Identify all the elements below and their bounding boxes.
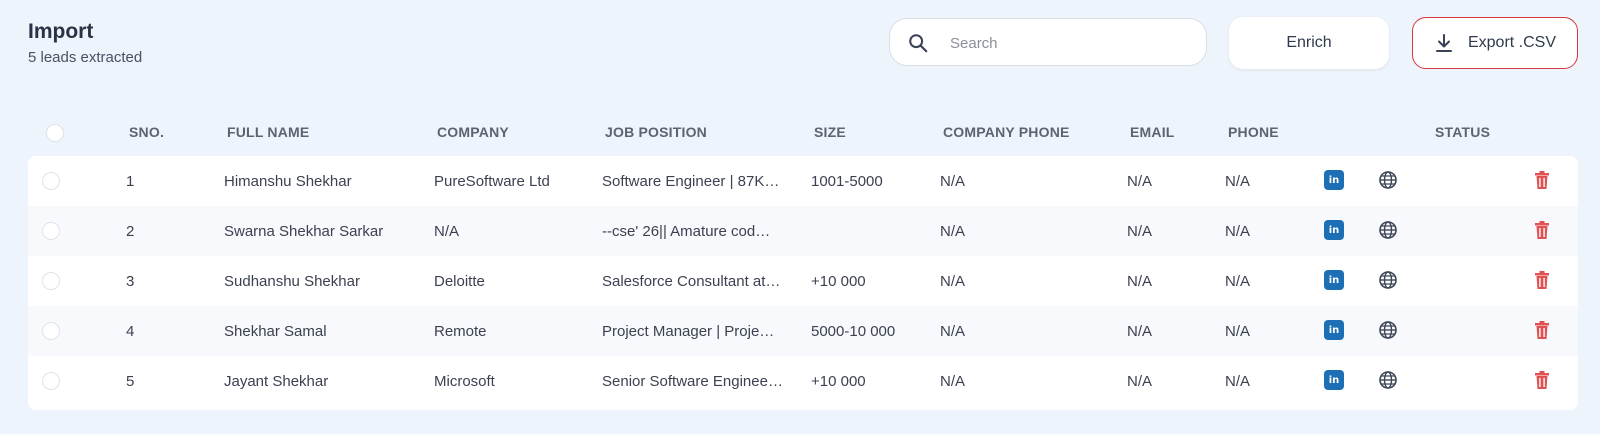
globe-icon[interactable] xyxy=(1378,170,1398,190)
cell-company: Deloitte xyxy=(434,273,485,290)
table-header: SNO. FULL NAME COMPANY JOB POSITION SIZE… xyxy=(28,112,1578,152)
export-button-label: Export .CSV xyxy=(1467,34,1557,51)
linkedin-icon[interactable]: in xyxy=(1324,270,1344,290)
table-row: 2 Swarna Shekhar Sarkar N/A --cse' 26|| … xyxy=(28,206,1578,256)
enrich-button-label: Enrich xyxy=(1286,34,1332,51)
column-header-phone[interactable]: PHONE xyxy=(1228,124,1279,140)
delete-icon[interactable] xyxy=(1532,270,1552,290)
cell-email: N/A xyxy=(1127,173,1153,190)
cell-job-position: Senior Software Enginee… xyxy=(602,373,783,390)
cell-company: Microsoft xyxy=(434,373,495,390)
linkedin-icon[interactable]: in xyxy=(1324,220,1344,240)
cell-company-phone: N/A xyxy=(940,173,966,190)
leads-count: 5 leads extracted xyxy=(28,49,143,66)
cell-job-position: Software Engineer | 87K… xyxy=(602,173,780,190)
column-header-sno[interactable]: SNO. xyxy=(129,124,164,140)
cell-sno: 2 xyxy=(126,223,135,240)
cell-job-position: Project Manager | Proje… xyxy=(602,323,775,340)
delete-icon[interactable] xyxy=(1532,370,1552,390)
cell-sno: 4 xyxy=(126,323,135,340)
cell-phone: N/A xyxy=(1225,323,1251,340)
cell-phone: N/A xyxy=(1225,223,1251,240)
cell-email: N/A xyxy=(1127,273,1153,290)
row-checkbox[interactable] xyxy=(42,222,60,240)
cell-phone: N/A xyxy=(1225,273,1251,290)
cell-full-name: Jayant Shekhar xyxy=(224,373,329,390)
search-icon xyxy=(909,34,928,53)
linkedin-icon[interactable]: in xyxy=(1324,170,1344,190)
cell-company-phone: N/A xyxy=(940,273,966,290)
delete-icon[interactable] xyxy=(1532,220,1552,240)
cell-company: Remote xyxy=(434,323,487,340)
cell-email: N/A xyxy=(1127,223,1153,240)
download-icon xyxy=(1435,34,1452,52)
globe-icon[interactable] xyxy=(1378,320,1398,340)
cell-company: PureSoftware Ltd xyxy=(434,173,550,190)
cell-size: 5000-10 000 xyxy=(811,323,896,340)
cell-email: N/A xyxy=(1127,373,1153,390)
leads-table: 1 Himanshu Shekhar PureSoftware Ltd Soft… xyxy=(28,156,1578,410)
column-header-full-name[interactable]: FULL NAME xyxy=(227,124,309,140)
column-header-email[interactable]: EMAIL xyxy=(1130,124,1175,140)
cell-phone: N/A xyxy=(1225,373,1251,390)
export-csv-button[interactable]: Export .CSV xyxy=(1412,17,1578,69)
cell-company-phone: N/A xyxy=(940,373,966,390)
cell-sno: 3 xyxy=(126,273,135,290)
cell-sno: 5 xyxy=(126,373,135,390)
select-all-checkbox[interactable] xyxy=(46,124,64,142)
cell-company-phone: N/A xyxy=(940,223,966,240)
row-checkbox[interactable] xyxy=(42,172,60,190)
enrich-button[interactable]: Enrich xyxy=(1229,17,1389,69)
cell-full-name: Swarna Shekhar Sarkar xyxy=(224,223,384,240)
cell-company: N/A xyxy=(434,223,460,240)
page-title: Import xyxy=(28,20,94,43)
row-checkbox[interactable] xyxy=(42,372,60,390)
cell-job-position: --cse' 26|| Amature cod… xyxy=(602,223,771,240)
table-row: 5 Jayant Shekhar Microsoft Senior Softwa… xyxy=(28,356,1578,406)
cell-size: 1001-5000 xyxy=(811,173,883,190)
cell-email: N/A xyxy=(1127,323,1153,340)
column-header-size[interactable]: SIZE xyxy=(814,124,846,140)
row-checkbox[interactable] xyxy=(42,322,60,340)
cell-company-phone: N/A xyxy=(940,323,966,340)
cell-phone: N/A xyxy=(1225,173,1251,190)
table-row: 4 Shekhar Samal Remote Project Manager |… xyxy=(28,306,1578,356)
cell-sno: 1 xyxy=(126,173,135,190)
column-header-job-position[interactable]: JOB POSITION xyxy=(605,124,707,140)
globe-icon[interactable] xyxy=(1378,270,1398,290)
delete-icon[interactable] xyxy=(1532,320,1552,340)
linkedin-icon[interactable]: in xyxy=(1324,370,1344,390)
cell-size: +10 000 xyxy=(811,273,866,290)
row-checkbox[interactable] xyxy=(42,272,60,290)
cell-full-name: Sudhanshu Shekhar xyxy=(224,273,360,290)
column-header-company[interactable]: COMPANY xyxy=(437,124,509,140)
cell-full-name: Himanshu Shekhar xyxy=(224,173,352,190)
cell-job-position: Salesforce Consultant at… xyxy=(602,273,781,290)
column-header-company-phone[interactable]: COMPANY PHONE xyxy=(943,124,1070,140)
cell-size: +10 000 xyxy=(811,373,866,390)
globe-icon[interactable] xyxy=(1378,370,1398,390)
cell-full-name: Shekhar Samal xyxy=(224,323,327,340)
column-header-status[interactable]: STATUS xyxy=(1435,124,1490,140)
delete-icon[interactable] xyxy=(1532,170,1552,190)
search-input[interactable] xyxy=(948,29,1192,57)
globe-icon[interactable] xyxy=(1378,220,1398,240)
linkedin-icon[interactable]: in xyxy=(1324,320,1344,340)
search-box[interactable] xyxy=(889,18,1207,66)
table-row: 3 Sudhanshu Shekhar Deloitte Salesforce … xyxy=(28,256,1578,306)
table-row: 1 Himanshu Shekhar PureSoftware Ltd Soft… xyxy=(28,156,1578,206)
